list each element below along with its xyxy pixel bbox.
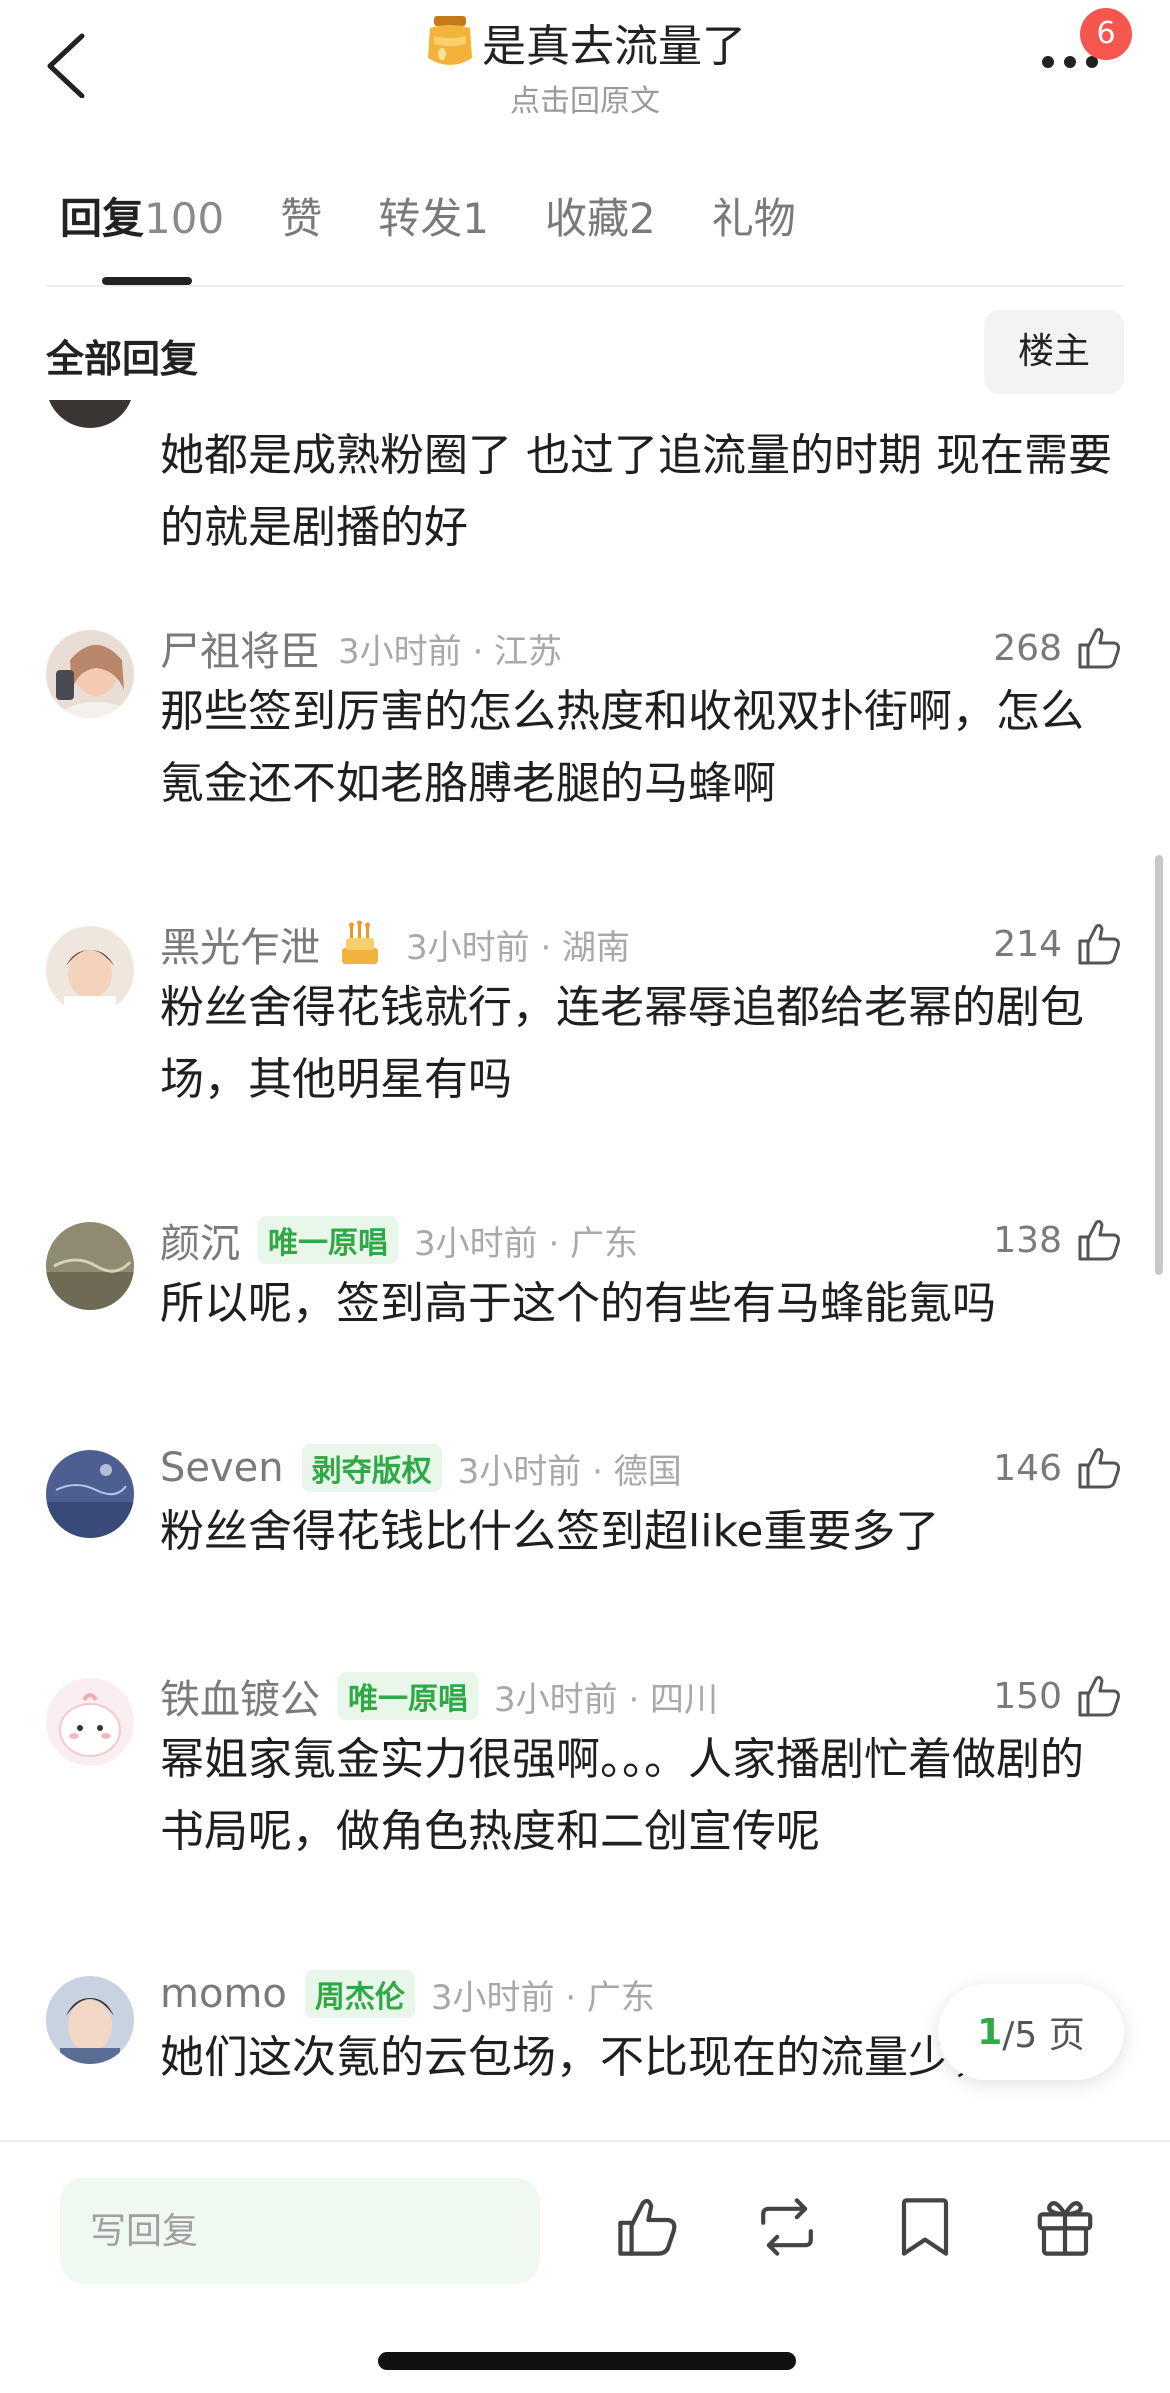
tab-label: 赞 [280, 194, 323, 243]
tab-count: 2 [628, 194, 656, 243]
username[interactable]: Seven [160, 1445, 284, 1491]
tab-reposts[interactable]: 转发1 [378, 185, 489, 246]
like-count: 268 [993, 627, 1062, 669]
user-avatar[interactable] [46, 1976, 134, 2064]
repost-button[interactable] [752, 2192, 822, 2262]
bookmark-icon [901, 2198, 949, 2256]
user-avatar[interactable] [46, 1222, 134, 1310]
comment-time-location: 3小时前 · 江苏 [338, 631, 563, 672]
comment-meta: 尸祖将臣 3小时前 · 江苏 [160, 618, 562, 678]
thumbs-up-icon [1078, 1219, 1120, 1261]
thumbs-up-icon [1078, 923, 1120, 965]
comment-time-location: 3小时前 · 广东 [414, 1223, 639, 1264]
comment-text: 幂姐家氪金实力很强啊。。。人家播剧忙着做剧的书局呢，做角色热度和二创宣传呢 [160, 1734, 1084, 1857]
page-title: 是真去流量了 [424, 10, 746, 74]
like-post-button[interactable] [612, 2192, 682, 2262]
comment-meta: Seven 剥夺版权 3小时前 · 德国 [160, 1438, 682, 1498]
comment-time-location: 3小时前 · 湖南 [406, 927, 631, 968]
tab-count: 1 [462, 194, 489, 243]
owner-only-button[interactable]: 楼主 [984, 310, 1124, 394]
comment-meta: 颜沉 唯一原唱 3小时前 · 广东 [160, 1210, 638, 1270]
username[interactable]: 颜沉 [160, 1211, 240, 1269]
notification-badge: 6 [1080, 8, 1132, 60]
user-tag-badge: 周杰伦 [304, 1970, 415, 2018]
top-nav-bar: 是真去流量了 点击回原文 6 [0, 0, 1170, 130]
gift-icon [1037, 2201, 1093, 2256]
home-indicator[interactable] [378, 2352, 796, 2370]
birthday-cake-icon [338, 920, 382, 968]
back-to-original-link[interactable]: 点击回原文 [0, 76, 1170, 120]
tab-gifts[interactable]: 礼物 [712, 185, 796, 246]
thumbs-up-icon [1078, 1675, 1120, 1717]
like-button[interactable]: 214 [993, 914, 1124, 974]
like-count: 214 [993, 923, 1062, 965]
comment-list: 她都是成熟粉圈了 也过了追流量的时期 现在需要的就是剧播的好 尸祖将臣 3小时前… [0, 400, 1170, 2140]
thumbs-up-icon [1078, 1447, 1120, 1489]
reply-input[interactable] [60, 2178, 540, 2284]
user-avatar[interactable] [46, 926, 134, 1014]
all-replies-filter[interactable]: 全部回复 [46, 328, 198, 383]
username[interactable]: 铁血镀公 [160, 1667, 320, 1725]
repost-icon [761, 2198, 813, 2256]
thumbs-up-icon [618, 2198, 677, 2256]
like-button[interactable]: 138 [993, 1210, 1124, 1270]
like-button[interactable]: 268 [993, 618, 1124, 678]
more-dot-icon [1064, 56, 1076, 68]
like-count: 138 [993, 1219, 1062, 1261]
like-count: 150 [993, 1675, 1062, 1717]
tab-divider [46, 285, 1124, 287]
tab-label: 转发 [378, 194, 463, 243]
user-avatar[interactable] [46, 400, 134, 428]
scrollbar[interactable] [1155, 855, 1163, 1275]
tab-bar: 回复100 赞 转发1 收藏2 礼物 [60, 185, 852, 285]
comment-time-location: 3小时前 · 广东 [430, 1977, 655, 2018]
page-title-text: 是真去流量了 [482, 21, 746, 72]
comment-text: 粉丝舍得花钱就行，连老幂辱追都给老幂的剧包场，其他明星有吗 [160, 982, 1084, 1105]
tab-count: 100 [144, 194, 225, 243]
comment-meta: 黑光乍泄 3小时前 · 湖南 [160, 914, 630, 974]
tab-label: 收藏 [544, 194, 629, 243]
favorite-button[interactable] [890, 2192, 960, 2262]
comment-text: 所以呢，签到高于这个的有些有马蜂能氪吗 [160, 1278, 996, 1329]
page-indicator[interactable]: 1/5 页 [938, 1984, 1124, 2080]
username[interactable]: 尸祖将臣 [160, 619, 320, 677]
honey-jar-icon [424, 14, 476, 70]
gift-button[interactable] [1030, 2192, 1100, 2262]
like-count: 146 [993, 1447, 1062, 1489]
comment-text: 她都是成熟粉圈了 也过了追流量的时期 现在需要的就是剧播的好 [160, 430, 1112, 553]
current-page: 1 [977, 2011, 1003, 2053]
title-area[interactable]: 是真去流量了 点击回原文 [0, 10, 1170, 120]
comment-time-location: 3小时前 · 德国 [457, 1451, 682, 1492]
user-avatar[interactable] [46, 1450, 134, 1538]
username[interactable]: 黑光乍泄 [160, 915, 320, 973]
username[interactable]: momo [160, 1971, 287, 2017]
active-tab-indicator [102, 277, 192, 285]
comment-meta: 铁血镀公 唯一原唱 3小时前 · 四川 [160, 1666, 718, 1726]
user-tag-badge: 剥夺版权 [301, 1444, 442, 1492]
tab-favorites[interactable]: 收藏2 [545, 185, 656, 246]
tab-label: 回复 [60, 194, 145, 243]
tab-likes[interactable]: 赞 [280, 185, 322, 246]
comment-text: 粉丝舍得花钱比什么签到超like重要多了 [160, 1506, 940, 1557]
comment-meta: momo 周杰伦 3小时前 · 广东 [160, 1964, 655, 2024]
user-avatar[interactable] [46, 630, 134, 718]
like-button[interactable]: 150 [993, 1666, 1124, 1726]
tab-label: 礼物 [711, 194, 796, 243]
tab-replies[interactable]: 回复100 [60, 185, 224, 246]
total-pages: /5 页 [1002, 2015, 1085, 2056]
thumbs-up-icon [1078, 627, 1120, 669]
user-avatar[interactable] [46, 1678, 134, 1766]
more-dot-icon [1042, 56, 1054, 68]
like-button[interactable]: 146 [993, 1438, 1124, 1498]
user-tag-badge: 唯一原唱 [338, 1672, 478, 1720]
comment-text: 那些签到厉害的怎么热度和收视双扑街啊，怎么氪金还不如老胳膊老腿的马蜂啊 [160, 686, 1084, 809]
comment-time-location: 3小时前 · 四川 [494, 1679, 719, 1720]
user-tag-badge: 唯一原唱 [258, 1216, 398, 1264]
